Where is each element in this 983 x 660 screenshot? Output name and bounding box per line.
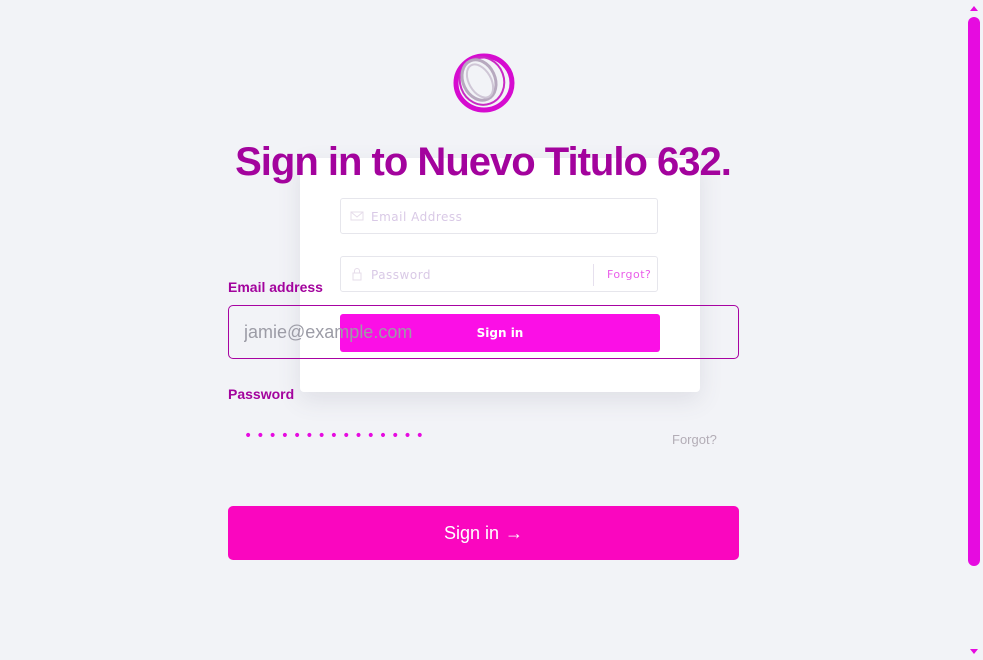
vertical-scrollbar[interactable] xyxy=(966,0,983,660)
arrow-right-icon: → xyxy=(505,522,524,543)
sign-in-label: Sign in xyxy=(443,522,500,543)
password-label: Password xyxy=(228,386,295,402)
divider xyxy=(593,264,594,286)
sign-in-button[interactable]: Sign in → xyxy=(228,506,739,560)
background-email-input: Email Address xyxy=(340,198,658,234)
background-password-placeholder: Password xyxy=(371,268,432,282)
ring-logo-icon xyxy=(453,53,515,113)
sign-in-page: Email Address Password Forgot? Sign in S… xyxy=(0,0,983,660)
scroll-up-icon[interactable] xyxy=(970,6,978,11)
lock-icon xyxy=(352,268,362,281)
forgot-password-link[interactable]: Forgot? xyxy=(672,432,717,447)
email-label: Email address xyxy=(228,279,323,295)
page-title: Sign in to Nuevo Titulo 632. xyxy=(235,140,732,184)
scrollbar-thumb[interactable] xyxy=(968,17,980,566)
scroll-down-icon[interactable] xyxy=(970,649,978,654)
background-password-input: Password Forgot? xyxy=(340,256,658,292)
background-email-placeholder: Email Address xyxy=(371,210,463,224)
email-field[interactable] xyxy=(228,305,739,359)
password-field[interactable]: ••••••••••••••• xyxy=(244,428,428,444)
envelope-icon xyxy=(350,211,364,221)
background-forgot-link: Forgot? xyxy=(607,268,652,281)
